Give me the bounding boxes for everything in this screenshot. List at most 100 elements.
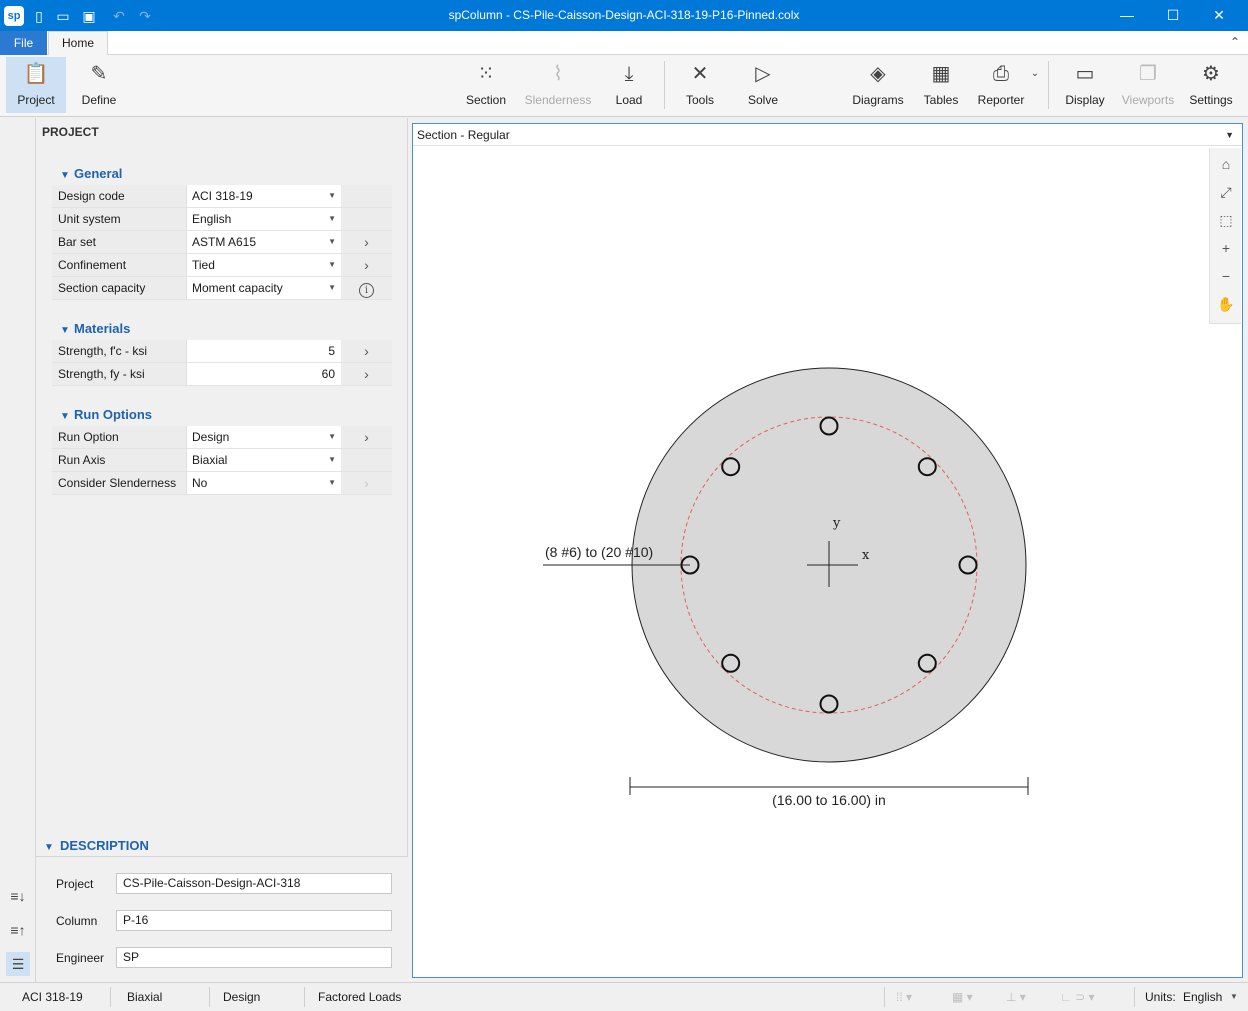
save-icon[interactable]: ▣ [80, 7, 98, 25]
units-dropdown-icon[interactable]: ▼ [1230, 983, 1238, 1011]
grid-icon[interactable]: ▦ ▾ [952, 983, 973, 1011]
confinement-select[interactable]: Tied ▼ [186, 254, 341, 276]
run-options-group-header[interactable]: ▼ Run Options [60, 407, 152, 422]
snap-icon[interactable]: ⊥ ▾ [1006, 983, 1026, 1011]
property-row: Confinement Tied ▼ › [52, 254, 392, 277]
confinement-details-button[interactable]: › [341, 254, 392, 276]
load-button[interactable]: ⤓ Load [604, 57, 654, 113]
dropdown-arrow-icon[interactable]: ▼ [1225, 124, 1234, 146]
ribbon-collapse-icon[interactable]: ⌃ [1230, 35, 1240, 49]
pan-hand-icon[interactable]: ✋ [1214, 292, 1238, 316]
tools-icon: ✕ [691, 63, 709, 85]
bar-label: (8 #6) to (20 #10) [545, 544, 653, 560]
property-value: Design [192, 430, 230, 444]
description-row: Project CS-Pile-Caisson-Design-ACI-318 [56, 873, 396, 895]
materials-group-header[interactable]: ▼ Materials [60, 321, 130, 336]
section-capacity-select[interactable]: Moment capacity ▼ [186, 277, 341, 299]
unit-system-select[interactable]: English ▼ [186, 208, 341, 230]
zoom-window-icon[interactable]: ⬚ [1214, 208, 1238, 232]
materials-header-label: Materials [74, 321, 131, 336]
property-value: ACI 318-19 [192, 189, 253, 203]
steel-strength-input[interactable]: 60 [186, 363, 341, 385]
chevron-down-icon: ▼ [60, 325, 70, 336]
viewports-button[interactable]: ❐ Viewports [1118, 57, 1178, 113]
run-option-details-button[interactable]: › [341, 426, 392, 448]
zoom-extents-icon[interactable]: ⤢ [1214, 180, 1238, 204]
status-separator [1134, 987, 1135, 1007]
section-drawing[interactable]: y x (8 #6) to (20 #10) (16.00 to 16.00) … [413, 147, 1209, 977]
section-button[interactable]: ⁙ Section [458, 57, 514, 113]
property-row: Unit system English ▼ [52, 208, 392, 231]
chevron-right-icon: › [364, 475, 369, 491]
collapse-all-icon[interactable]: ≡↑ [6, 918, 30, 942]
maximize-button[interactable]: ☐ [1150, 0, 1196, 31]
minimize-button[interactable]: — [1104, 0, 1150, 31]
grid-dots-icon[interactable]: ⁞⁞ ▾ [896, 983, 912, 1011]
diagrams-button[interactable]: ◈ Diagrams [848, 57, 908, 113]
printer-icon: ⎙ [993, 63, 1009, 85]
property-row: Section capacity Moment capacity ▼ i [52, 277, 392, 300]
property-row: Run Axis Biaxial ▼ [52, 449, 392, 472]
section-viewport[interactable]: Section - Regular ▼ y x (8 #6) to (20 #1… [412, 123, 1243, 978]
display-button[interactable]: ▭ Display [1058, 57, 1112, 113]
property-row: Strength, f'c - ksi 5 › [52, 340, 392, 363]
reporter-dropdown[interactable]: ⌄ [1028, 57, 1042, 113]
bar-set-details-button[interactable]: › [341, 231, 392, 253]
steel-details-button[interactable]: › [341, 363, 392, 385]
tab-file[interactable]: File [0, 31, 47, 55]
define-label: Define [81, 93, 117, 107]
project-name-input[interactable]: CS-Pile-Caisson-Design-ACI-318 [116, 873, 392, 894]
list-view-icon[interactable]: ☰ [6, 952, 30, 976]
expand-all-icon[interactable]: ≡↓ [6, 884, 30, 908]
concrete-details-button[interactable]: › [341, 340, 392, 362]
ortho-icon[interactable]: ∟ ⊃ ▾ [1060, 983, 1095, 1011]
concrete-strength-input[interactable]: 5 [186, 340, 341, 362]
app-logo[interactable]: sp [4, 6, 24, 26]
consider-slenderness-select[interactable]: No ▼ [186, 472, 341, 494]
description-header[interactable]: ▼ DESCRIPTION [44, 838, 149, 853]
description-row: Engineer SP [56, 947, 396, 969]
project-button[interactable]: 📋 Project [6, 57, 66, 113]
section-capacity-info-button[interactable]: i [341, 277, 392, 299]
description-row: Column P-16 [56, 910, 396, 932]
zoom-in-icon[interactable]: + [1214, 236, 1238, 260]
new-file-icon[interactable]: ▯ [30, 7, 48, 25]
table-icon: ▦ [931, 63, 951, 85]
design-code-select[interactable]: ACI 318-19 ▼ [186, 185, 341, 207]
reporter-button[interactable]: ⎙ Reporter [972, 57, 1030, 113]
general-group-header[interactable]: ▼ General [60, 166, 122, 181]
run-axis-select[interactable]: Biaxial ▼ [186, 449, 341, 471]
bar-set-select[interactable]: ASTM A615 ▼ [186, 231, 341, 253]
viewport-title: Section - Regular [417, 128, 510, 142]
left-rail: ≡↓ ≡↑ ☰ [0, 118, 36, 982]
run-option-select[interactable]: Design ▼ [186, 426, 341, 448]
zoom-out-icon[interactable]: − [1214, 264, 1238, 288]
chevron-down-icon: ⌄ [1030, 68, 1040, 79]
status-units-value[interactable]: English [1183, 983, 1222, 1011]
property-value: Biaxial [192, 453, 228, 467]
undo-icon[interactable]: ↶ [110, 7, 128, 25]
slenderness-details-button[interactable]: › [341, 472, 392, 494]
viewport-header[interactable]: Section - Regular ▼ [413, 124, 1242, 146]
close-button[interactable]: ✕ [1196, 0, 1242, 31]
axis-x-label: x [862, 548, 870, 563]
settings-label: Settings [1189, 93, 1233, 107]
solve-label: Solve [747, 93, 779, 107]
panel-title: PROJECT [42, 125, 99, 139]
settings-button[interactable]: ⚙ Settings [1184, 57, 1238, 113]
open-folder-icon[interactable]: ▭ [54, 7, 72, 25]
home-view-icon[interactable]: ⌂ [1214, 152, 1238, 176]
engineer-name-input[interactable]: SP [116, 947, 392, 968]
property-label: Bar set [52, 231, 186, 253]
define-button[interactable]: ✎ Define [70, 57, 128, 113]
property-value: No [192, 476, 208, 490]
property-action-empty [341, 208, 392, 230]
tab-home[interactable]: Home [48, 31, 108, 56]
redo-icon[interactable]: ↷ [136, 7, 154, 25]
column-name-input[interactable]: P-16 [116, 910, 392, 931]
slenderness-button[interactable]: ⌇ Slenderness [520, 57, 596, 113]
property-row: Bar set ASTM A615 ▼ › [52, 231, 392, 254]
tables-button[interactable]: ▦ Tables [916, 57, 966, 113]
tools-button[interactable]: ✕ Tools [674, 57, 726, 113]
solve-button[interactable]: ▷ Solve [736, 57, 790, 113]
